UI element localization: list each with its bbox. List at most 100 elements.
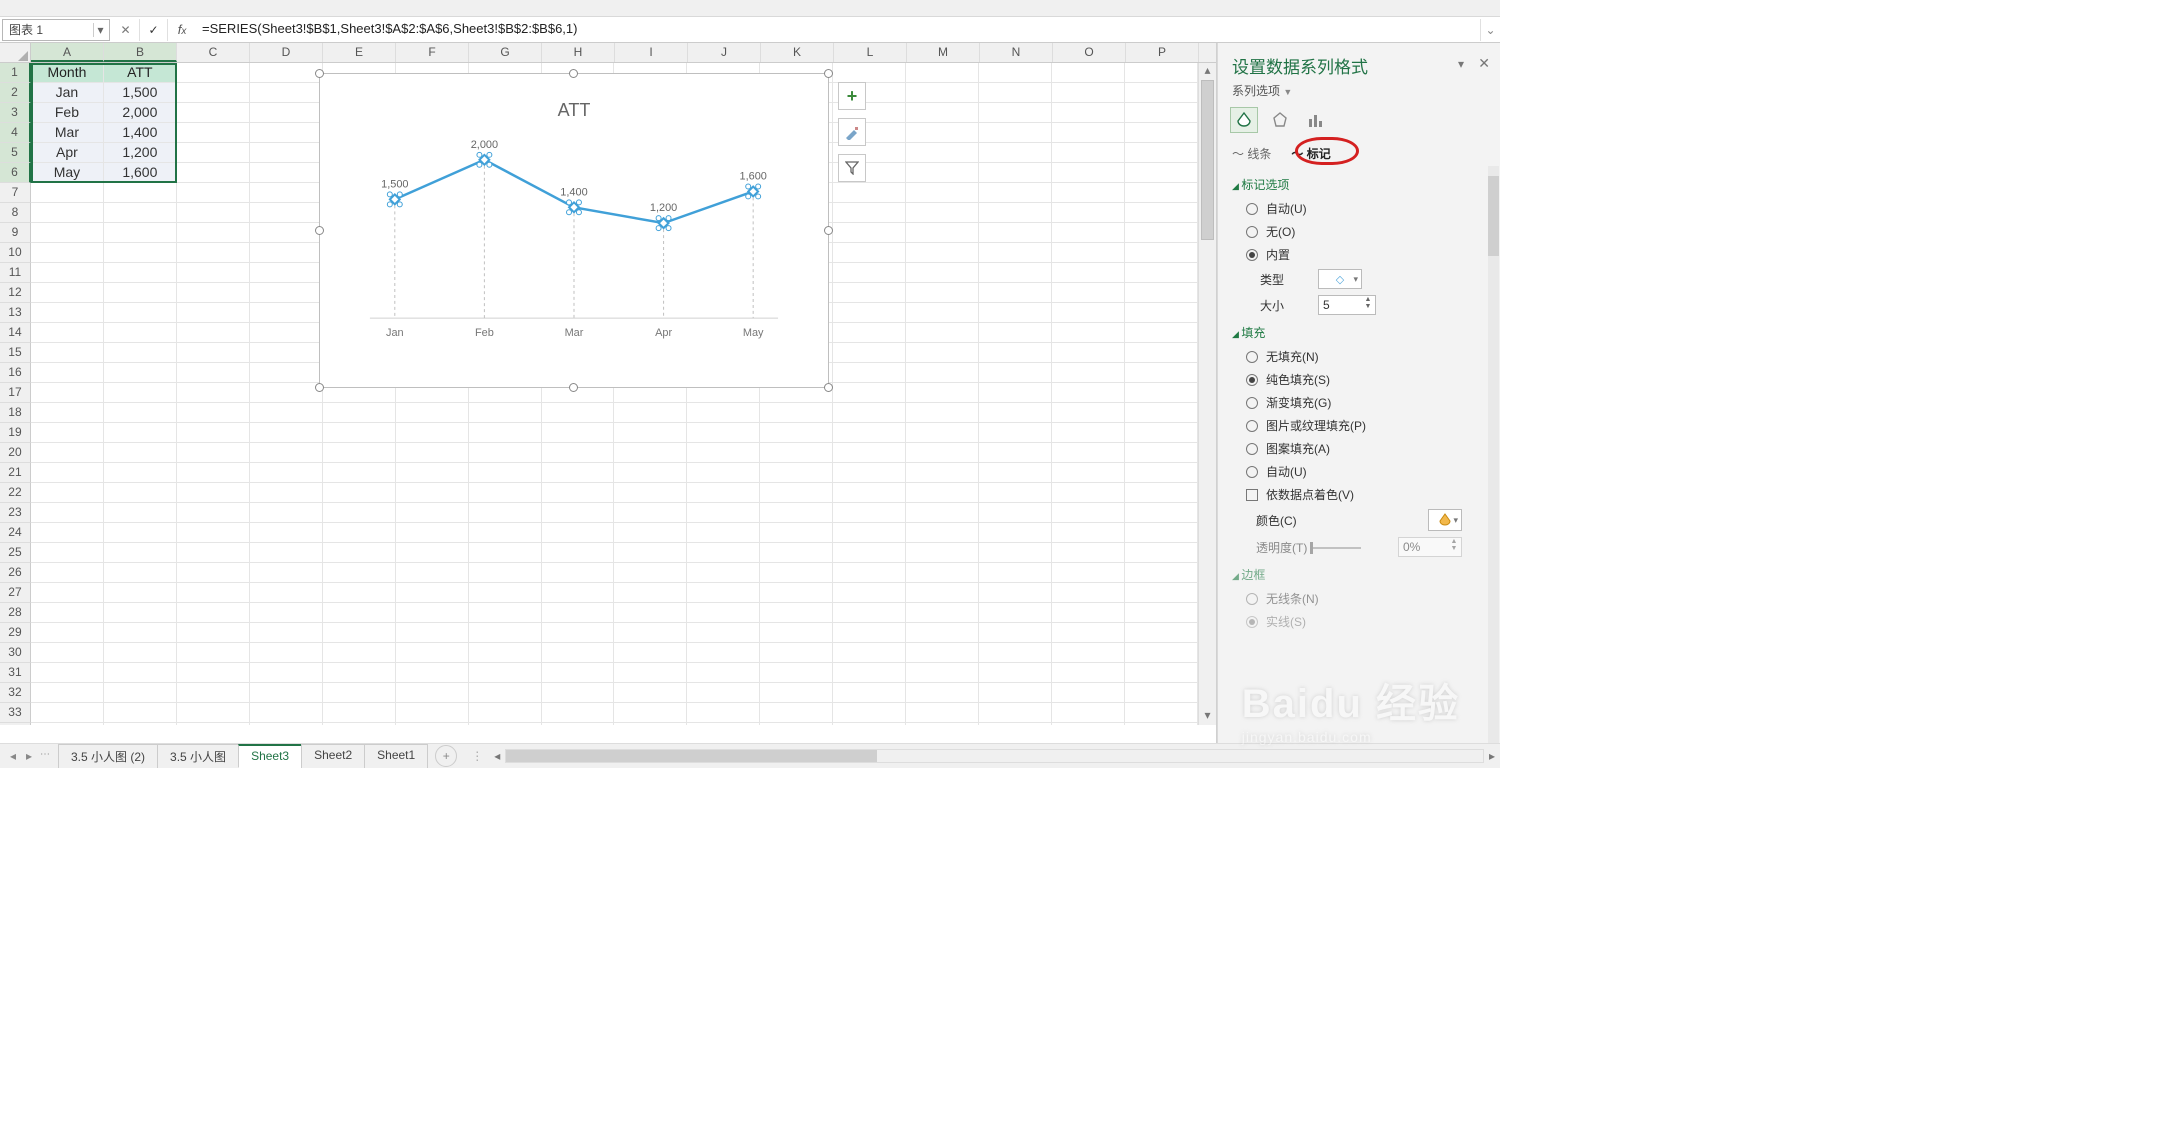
radio-auto[interactable]: 自动(U) [1232, 197, 1486, 220]
cell[interactable] [1125, 523, 1198, 543]
effects-category-icon[interactable] [1266, 107, 1294, 133]
cell[interactable] [31, 443, 104, 463]
cell[interactable] [1052, 223, 1125, 243]
sheet-tab[interactable]: 3.5 小人图 (2) [58, 744, 158, 768]
row-header-28[interactable]: 28 [0, 603, 31, 623]
cell[interactable] [979, 163, 1052, 183]
cell[interactable] [542, 563, 615, 583]
cell[interactable] [177, 103, 250, 123]
cell[interactable] [614, 463, 687, 483]
cell[interactable] [979, 263, 1052, 283]
column-header-F[interactable]: F [396, 43, 469, 62]
cell[interactable] [760, 603, 833, 623]
section-fill[interactable]: 填充 [1232, 318, 1486, 345]
cell[interactable] [323, 723, 396, 725]
cell[interactable] [469, 403, 542, 423]
row-header-25[interactable]: 25 [0, 543, 31, 563]
cell[interactable] [906, 343, 979, 363]
cell[interactable] [104, 283, 177, 303]
chart-plot-area[interactable]: 1,500Jan2,000Feb1,400Mar1,200Apr1,600May [350, 134, 798, 348]
cell[interactable] [833, 523, 906, 543]
tab-line[interactable]: 〜 线条 [1232, 145, 1271, 162]
cell[interactable] [250, 683, 323, 703]
row-header-6[interactable]: 6 [0, 163, 31, 183]
cell[interactable] [1052, 103, 1125, 123]
cell[interactable] [396, 443, 469, 463]
cell[interactable] [469, 503, 542, 523]
cell[interactable] [979, 463, 1052, 483]
column-header-G[interactable]: G [469, 43, 542, 62]
cell[interactable] [906, 543, 979, 563]
cell[interactable] [323, 483, 396, 503]
cell[interactable] [1125, 623, 1198, 643]
cell[interactable] [687, 483, 760, 503]
cell[interactable] [687, 723, 760, 725]
cell[interactable] [906, 203, 979, 223]
sheet-tab[interactable]: Sheet2 [301, 744, 365, 768]
row-header-17[interactable]: 17 [0, 383, 31, 403]
cell[interactable] [1052, 463, 1125, 483]
cell[interactable] [542, 463, 615, 483]
row-header-9[interactable]: 9 [0, 223, 31, 243]
transparency-input[interactable]: 0%▲▼ [1398, 537, 1462, 557]
cell[interactable] [687, 603, 760, 623]
cell[interactable] [833, 203, 906, 223]
cell[interactable] [177, 283, 250, 303]
cell[interactable] [1052, 603, 1125, 623]
cell[interactable] [250, 543, 323, 563]
cell[interactable] [979, 123, 1052, 143]
row-header-10[interactable]: 10 [0, 243, 31, 263]
cell[interactable] [614, 403, 687, 423]
cell[interactable] [760, 583, 833, 603]
cell[interactable] [906, 703, 979, 723]
cell[interactable] [833, 563, 906, 583]
cell[interactable] [31, 543, 104, 563]
cell[interactable] [469, 623, 542, 643]
cell[interactable] [1052, 203, 1125, 223]
cell[interactable] [542, 623, 615, 643]
cell[interactable] [1125, 483, 1198, 503]
cell[interactable]: Jan [31, 83, 104, 103]
horizontal-scroll-thumb[interactable] [506, 750, 877, 762]
cell[interactable] [31, 283, 104, 303]
row-header-12[interactable]: 12 [0, 283, 31, 303]
cell[interactable] [469, 643, 542, 663]
cell[interactable] [687, 423, 760, 443]
cell[interactable] [833, 503, 906, 523]
cell[interactable] [542, 483, 615, 503]
cell[interactable] [31, 643, 104, 663]
column-header-O[interactable]: O [1053, 43, 1126, 62]
row-header-7[interactable]: 7 [0, 183, 31, 203]
cell[interactable] [177, 403, 250, 423]
cell[interactable] [542, 683, 615, 703]
cell[interactable] [396, 423, 469, 443]
cell[interactable] [1125, 683, 1198, 703]
cell[interactable] [177, 543, 250, 563]
cell[interactable] [760, 423, 833, 443]
cell[interactable] [1125, 703, 1198, 723]
sheet-tab[interactable]: Sheet3 [238, 744, 302, 768]
fill-color-button[interactable] [1428, 509, 1462, 531]
row-header-27[interactable]: 27 [0, 583, 31, 603]
hscroll-right-icon[interactable]: ▸ [1484, 749, 1500, 763]
cell[interactable] [250, 103, 323, 123]
cell[interactable] [323, 683, 396, 703]
cell[interactable] [31, 203, 104, 223]
cell[interactable] [833, 543, 906, 563]
cell[interactable] [104, 243, 177, 263]
cell[interactable] [177, 723, 250, 725]
cell[interactable] [979, 323, 1052, 343]
cell[interactable] [104, 263, 177, 283]
cell[interactable] [833, 483, 906, 503]
cell[interactable] [104, 183, 177, 203]
cell[interactable] [833, 183, 906, 203]
row-header-20[interactable]: 20 [0, 443, 31, 463]
cell[interactable] [323, 583, 396, 603]
cell[interactable] [1052, 523, 1125, 543]
cell[interactable] [979, 443, 1052, 463]
cell[interactable] [906, 723, 979, 725]
cell[interactable] [250, 643, 323, 663]
cell[interactable] [614, 483, 687, 503]
cell[interactable] [250, 523, 323, 543]
cell[interactable] [833, 723, 906, 725]
